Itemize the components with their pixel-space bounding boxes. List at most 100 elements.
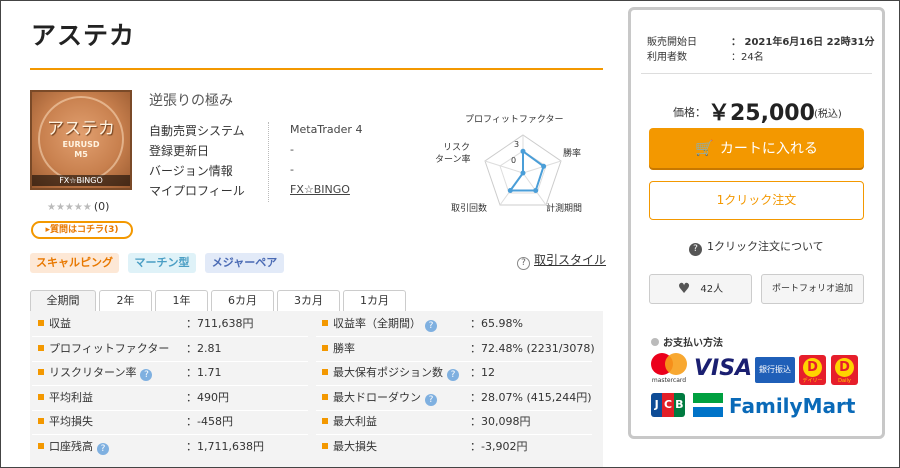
spec-label-updated: 登録更新日 xyxy=(149,144,210,158)
sale-start-value: ： 2021年6月16日 22時31分 xyxy=(731,37,875,48)
product-image-pair: EURUSD M5 xyxy=(32,140,130,160)
bullet-square-icon xyxy=(322,344,328,351)
stat-label-text: 収益率（全期間） xyxy=(333,317,421,330)
bank-transfer-logo: 銀行振込 xyxy=(755,357,795,383)
daily-yamazaki-sub: デイリー xyxy=(802,378,823,384)
spec-value-version: - xyxy=(290,163,294,176)
stat-value: ：490円 xyxy=(186,390,229,404)
payment-methods-title: お支払い方法 xyxy=(651,334,723,349)
stat-label: 最大保有ポジション数? xyxy=(322,362,459,384)
stat-label: 最大ドローダウン? xyxy=(322,387,437,409)
tag-martingale[interactable]: マーチン型 xyxy=(128,253,196,273)
stat-label: プロフィットファクター xyxy=(38,338,169,360)
help-icon[interactable]: ? xyxy=(140,369,153,381)
stat-value: ：1.71 xyxy=(186,366,222,379)
bullet-square-icon xyxy=(38,442,44,449)
add-portfolio-button[interactable]: ポートフォリオ追加 xyxy=(761,274,864,304)
rating: ★★★★★ (0) xyxy=(47,200,109,213)
sale-start-label: 販売開始日 xyxy=(647,37,697,48)
bullet-icon xyxy=(651,338,659,346)
period-tabs: 全期間 2年 1年 6カ月 3カ月 1カ月 xyxy=(30,290,409,312)
trade-style-link[interactable]: ? 取引スタイル xyxy=(517,251,606,270)
users-row: 利用者数 ：24名 xyxy=(647,48,764,63)
stats-table: 収益 ：711,638円 プロフィットファクター ：2.81 リスクリターン率? ：1.7… xyxy=(30,311,603,468)
stat-label: 最大利益 xyxy=(322,411,377,433)
spec-value-system: MetaTrader 4 xyxy=(290,123,363,136)
payment-title-text: お支払い方法 xyxy=(663,338,723,349)
stat-label-text: リスクリターン率 xyxy=(49,366,137,379)
bullet-square-icon xyxy=(38,369,44,375)
tab-1-year[interactable]: 1年 xyxy=(155,290,208,312)
stat-value: ：-458円 xyxy=(186,415,233,428)
help-icon[interactable]: ? xyxy=(425,320,437,332)
panel-divider xyxy=(641,73,872,74)
spec-label-profile: マイプロフィール xyxy=(149,184,245,198)
stat-label-text: 最大保有ポジション数 xyxy=(333,366,443,379)
daily-sub: Daily xyxy=(838,378,851,384)
stat-value: ：72.48% (2231/3078) xyxy=(470,341,595,355)
visa-logo: VISA xyxy=(694,356,753,381)
radar-chart: 3 0 xyxy=(484,134,562,206)
tab-3-months[interactable]: 3カ月 xyxy=(277,290,340,312)
stat-label: リスクリターン率? xyxy=(38,362,153,384)
help-icon[interactable]: ? xyxy=(447,369,459,381)
title-divider xyxy=(30,68,603,70)
daily-yamazaki-d: D xyxy=(803,358,822,377)
tab-all-period[interactable]: 全期間 xyxy=(30,290,96,312)
stat-label-text: 平均損失 xyxy=(49,415,93,428)
add-to-cart-button[interactable]: 🛒 カートに入れる xyxy=(649,128,864,168)
favorite-button[interactable]: ♥ 42人 xyxy=(649,274,752,304)
radar-label-win: 勝率 xyxy=(563,149,582,159)
product-image-brand: FX☆BINGO xyxy=(32,175,130,186)
spec-label-version: バージョン情報 xyxy=(149,164,233,178)
profile-link[interactable]: FX☆BINGO xyxy=(290,183,350,196)
product-subtitle: 逆張りの極み xyxy=(149,93,233,109)
spec-value-updated: - xyxy=(290,143,294,156)
tab-6-months[interactable]: 6カ月 xyxy=(211,290,274,312)
radar-label-trades: 取引回数 xyxy=(451,204,488,214)
stat-label: 収益 xyxy=(38,313,71,335)
stat-label-text: 最大ドローダウン xyxy=(333,390,421,404)
users-value: ：24名 xyxy=(731,52,764,63)
price-label: 価格： xyxy=(673,106,706,119)
question-icon: ? xyxy=(689,243,702,256)
bullet-square-icon xyxy=(322,393,328,400)
bullet-square-icon xyxy=(322,418,328,424)
qa-button[interactable]: ▸質問はコチラ(3) xyxy=(31,221,133,239)
stat-label: 収益率（全期間）? xyxy=(322,313,437,335)
stat-label: 口座残高? xyxy=(38,436,109,458)
one-click-order-button[interactable]: 1クリック注文 xyxy=(649,181,864,220)
bullet-square-icon xyxy=(38,418,44,424)
help-icon[interactable]: ? xyxy=(425,393,437,406)
stat-label: 平均損失 xyxy=(38,411,93,433)
jcb-j: J xyxy=(651,393,663,417)
cart-icon: 🛒 xyxy=(695,139,714,157)
tab-2-years[interactable]: 2年 xyxy=(99,290,152,312)
sale-start-row: 販売開始日 ： 2021年6月16日 22時31分 xyxy=(647,33,875,48)
help-icon[interactable]: ? xyxy=(97,442,109,455)
product-image-name: アステカ xyxy=(47,119,115,139)
jcb-c: C xyxy=(662,393,674,417)
tag-major-pair[interactable]: メジャーペア xyxy=(205,253,284,273)
price-tax: (税込) xyxy=(814,109,842,120)
jcb-logo: J C B xyxy=(651,393,685,417)
stat-label: 平均利益 xyxy=(38,387,93,409)
spec-label-system: 自動売買システム xyxy=(149,124,245,138)
tag-scalping[interactable]: スキャルピング xyxy=(30,253,119,273)
stat-value: ：12 xyxy=(470,366,495,379)
tab-1-month[interactable]: 1カ月 xyxy=(343,290,406,312)
bullet-square-icon xyxy=(38,344,44,351)
bullet-square-icon xyxy=(322,320,328,326)
add-to-cart-label: カートに入れる xyxy=(719,141,818,157)
users-label: 利用者数 xyxy=(647,52,687,63)
heart-icon: ♥ xyxy=(677,281,691,297)
stat-label-text: 収益 xyxy=(49,317,71,330)
stat-value: ：30,098円 xyxy=(470,415,531,428)
stat-value: ：1,711,638円 xyxy=(186,439,264,453)
jcb-b: B xyxy=(673,393,685,417)
product-image: アステカ EURUSD M5 FX☆BINGO xyxy=(30,90,132,190)
daily-yamazaki-logo: D デイリー xyxy=(799,355,826,385)
rating-stars: ★★★★★ xyxy=(47,202,92,213)
stat-value: ：65.98% xyxy=(470,317,523,330)
one-click-info-link[interactable]: ? 1クリック注文について xyxy=(689,238,824,256)
